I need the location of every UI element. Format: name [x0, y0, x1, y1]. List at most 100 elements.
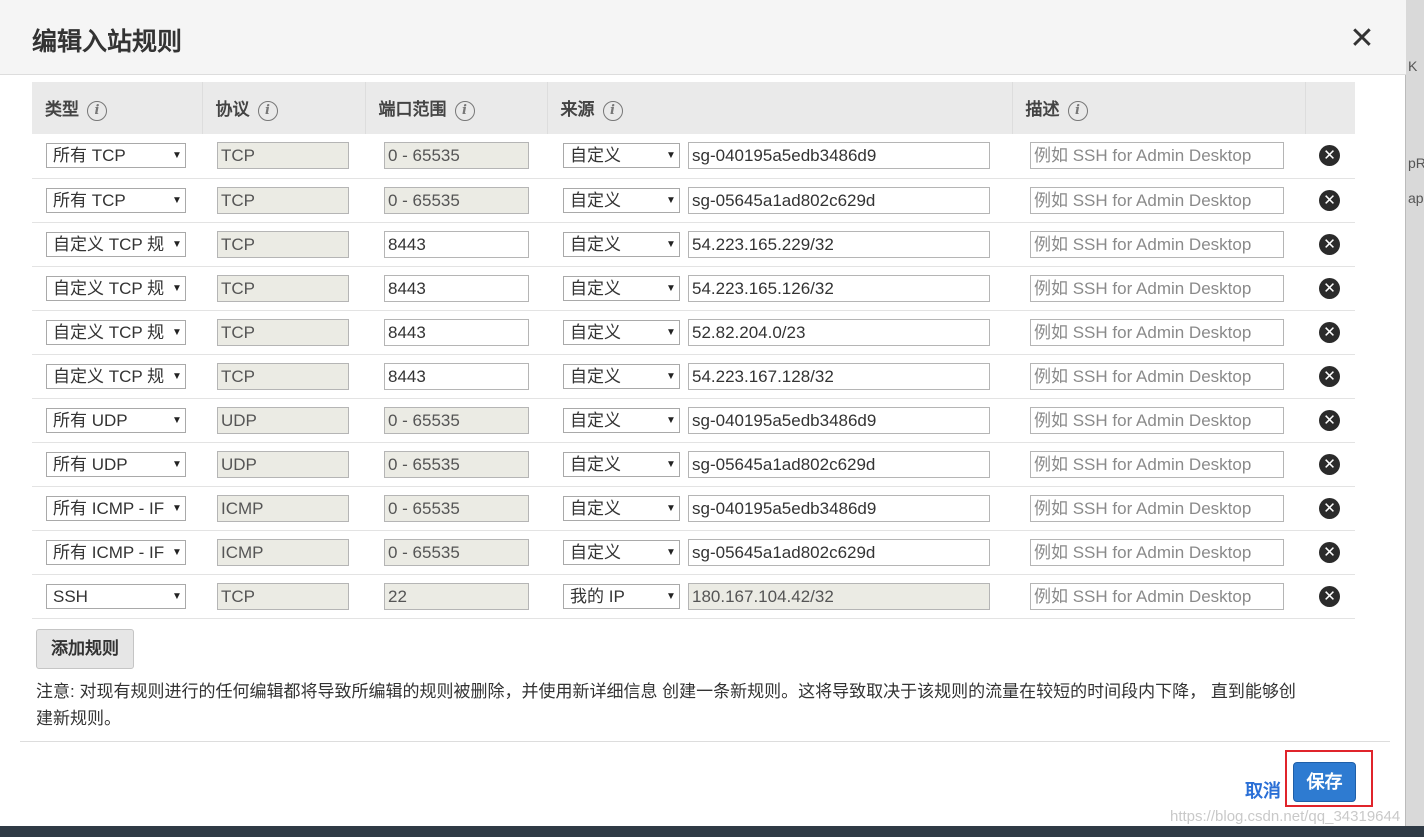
source-mode-select[interactable]: 我的 IP ▼ — [563, 583, 680, 609]
info-icon[interactable]: i — [1067, 100, 1088, 121]
remove-rule-icon[interactable]: ✕ — [1319, 365, 1340, 387]
remove-rule-icon[interactable]: ✕ — [1319, 497, 1340, 519]
type-select[interactable]: 自定义 TCP 规 ▼ — [46, 231, 186, 257]
source-mode-select[interactable]: 自定义 ▼ — [563, 319, 680, 345]
source-mode-select[interactable]: 自定义 ▼ — [563, 275, 680, 301]
cell-description: 例如 SSH for Admin Desktop — [1012, 178, 1305, 223]
close-icon[interactable]: ✕ — [1349, 24, 1375, 54]
type-select[interactable]: 自定义 TCP 规 ▼ — [46, 363, 186, 389]
description-input[interactable]: 例如 SSH for Admin Desktop — [1030, 494, 1284, 522]
description-input[interactable]: 例如 SSH for Admin Desktop — [1030, 406, 1284, 434]
cell-source: 自定义 ▼ 54.223.165.229/32 — [547, 222, 1012, 267]
info-icon[interactable]: i — [602, 100, 623, 121]
source-mode-value: 自定义 — [570, 410, 621, 430]
cell-port-range: 8443 — [365, 222, 547, 267]
save-button[interactable]: 保存 — [1293, 762, 1356, 802]
source-input[interactable]: 52.82.204.0/23 — [688, 318, 990, 346]
column-label: 端口范围 — [378, 100, 447, 120]
cell-type: SSH ▼ — [32, 574, 202, 619]
chevron-down-icon: ▼ — [663, 364, 679, 388]
type-select[interactable]: 自定义 TCP 规 ▼ — [46, 275, 186, 301]
type-select[interactable]: 所有 ICMP - IF ▼ — [46, 539, 186, 565]
description-input[interactable]: 例如 SSH for Admin Desktop — [1030, 274, 1284, 302]
remove-rule-icon[interactable]: ✕ — [1319, 409, 1340, 431]
table-row: 所有 ICMP - IF ▼ ICMP 0 - 65535 自定义 ▼ sg-040195a… — [32, 486, 1355, 531]
source-mode-select[interactable]: 自定义 ▼ — [563, 187, 680, 213]
description-input[interactable]: 例如 SSH for Admin Desktop — [1030, 186, 1284, 214]
cancel-button[interactable]: 取消 — [1245, 777, 1281, 803]
description-input[interactable]: 例如 SSH for Admin Desktop — [1030, 318, 1284, 346]
port-range-input: 22 — [384, 582, 529, 610]
source-input[interactable]: sg-040195a5edb3486d9 — [688, 494, 990, 522]
source-mode-select[interactable]: 自定义 ▼ — [563, 363, 680, 389]
type-select[interactable]: 所有 ICMP - IF ▼ — [46, 495, 186, 521]
description-input[interactable]: 例如 SSH for Admin Desktop — [1030, 582, 1284, 610]
column-label: 来源 — [560, 100, 595, 120]
type-select[interactable]: 自定义 TCP 规 ▼ — [46, 319, 186, 345]
source-input[interactable]: 54.223.167.128/32 — [688, 362, 990, 390]
source-mode-value: 自定义 — [570, 146, 621, 166]
chevron-down-icon: ▼ — [663, 188, 679, 212]
port-range-input: 0 - 65535 — [384, 538, 529, 566]
remove-rule-icon[interactable]: ✕ — [1319, 321, 1340, 343]
chevron-down-icon: ▼ — [663, 584, 679, 608]
remove-rule-icon[interactable]: ✕ — [1319, 277, 1340, 299]
add-rule-button[interactable]: 添加规则 — [36, 629, 134, 669]
port-range-input[interactable]: 8443 — [384, 274, 529, 302]
type-select[interactable]: 所有 UDP ▼ — [46, 407, 186, 433]
type-select[interactable]: 所有 TCP ▼ — [46, 143, 186, 169]
remove-rule-icon[interactable]: ✕ — [1319, 189, 1340, 211]
description-input[interactable]: 例如 SSH for Admin Desktop — [1030, 230, 1284, 258]
source-input[interactable]: sg-05645a1ad802c629d — [688, 450, 990, 478]
cell-protocol: UDP — [202, 442, 365, 487]
remove-rule-icon[interactable]: ✕ — [1319, 233, 1340, 255]
description-input[interactable]: 例如 SSH for Admin Desktop — [1030, 450, 1284, 478]
remove-rule-icon[interactable]: ✕ — [1319, 145, 1340, 167]
info-icon[interactable]: i — [257, 100, 278, 121]
port-range-input[interactable]: 8443 — [384, 230, 529, 258]
source-input[interactable]: sg-040195a5edb3486d9 — [688, 406, 990, 434]
info-icon[interactable]: i — [87, 100, 107, 121]
column-label: 类型 — [45, 100, 79, 120]
protocol-field: UDP — [217, 450, 349, 478]
modal-header: 编辑入站规则 ✕ — [0, 0, 1406, 75]
source-mode-select[interactable]: 自定义 ▼ — [563, 539, 680, 565]
description-input[interactable]: 例如 SSH for Admin Desktop — [1030, 538, 1284, 566]
source-input[interactable]: sg-05645a1ad802c629d — [688, 538, 990, 566]
cell-protocol: TCP — [202, 354, 365, 399]
cell-port-range: 0 - 65535 — [365, 530, 547, 575]
remove-rule-icon[interactable]: ✕ — [1319, 541, 1340, 563]
source-mode-select[interactable]: 自定义 ▼ — [563, 451, 680, 477]
type-select-value: 所有 ICMP - IF — [53, 498, 165, 518]
type-select-value: SSH — [53, 586, 88, 606]
table-row: 自定义 TCP 规 ▼ TCP 8443 自定义 ▼ 52.82.204.0/23 例如 SS… — [32, 310, 1355, 355]
rules-table: 类型 i 协议 i 端口范围 i 来源 i 描述 i 所有 TCP ▼ TCP 0 - 6553… — [32, 82, 1355, 619]
source-mode-select[interactable]: 自定义 ▼ — [563, 143, 680, 169]
info-icon[interactable]: i — [454, 100, 475, 121]
type-select-value: 自定义 TCP 规 — [53, 322, 165, 342]
type-select[interactable]: 所有 TCP ▼ — [46, 187, 186, 213]
description-input[interactable]: 例如 SSH for Admin Desktop — [1030, 362, 1284, 390]
table-row: 所有 TCP ▼ TCP 0 - 65535 自定义 ▼ sg-040195a5edb348… — [32, 134, 1355, 179]
source-input[interactable]: 54.223.165.229/32 — [688, 230, 990, 258]
source-input: 180.167.104.42/32 — [688, 582, 990, 610]
chevron-down-icon: ▼ — [663, 540, 679, 564]
port-range-input[interactable]: 8443 — [384, 318, 529, 346]
remove-rule-icon[interactable]: ✕ — [1319, 585, 1340, 607]
remove-rule-icon[interactable]: ✕ — [1319, 453, 1340, 475]
background-fragment: ap — [1408, 190, 1424, 206]
type-select[interactable]: 所有 UDP ▼ — [46, 451, 186, 477]
cell-protocol: TCP — [202, 266, 365, 311]
source-input[interactable]: sg-040195a5edb3486d9 — [688, 142, 990, 170]
cell-port-range: 8443 — [365, 266, 547, 311]
type-select[interactable]: SSH ▼ — [46, 583, 186, 609]
source-input[interactable]: sg-05645a1ad802c629d — [688, 186, 990, 214]
chevron-down-icon: ▼ — [663, 320, 679, 344]
table-row: 自定义 TCP 规 ▼ TCP 8443 自定义 ▼ 54.223.165.126/32 例如… — [32, 266, 1355, 311]
source-mode-select[interactable]: 自定义 ▼ — [563, 407, 680, 433]
description-input[interactable]: 例如 SSH for Admin Desktop — [1030, 142, 1284, 170]
source-mode-select[interactable]: 自定义 ▼ — [563, 495, 680, 521]
source-mode-select[interactable]: 自定义 ▼ — [563, 231, 680, 257]
source-input[interactable]: 54.223.165.126/32 — [688, 274, 990, 302]
port-range-input[interactable]: 8443 — [384, 362, 529, 390]
